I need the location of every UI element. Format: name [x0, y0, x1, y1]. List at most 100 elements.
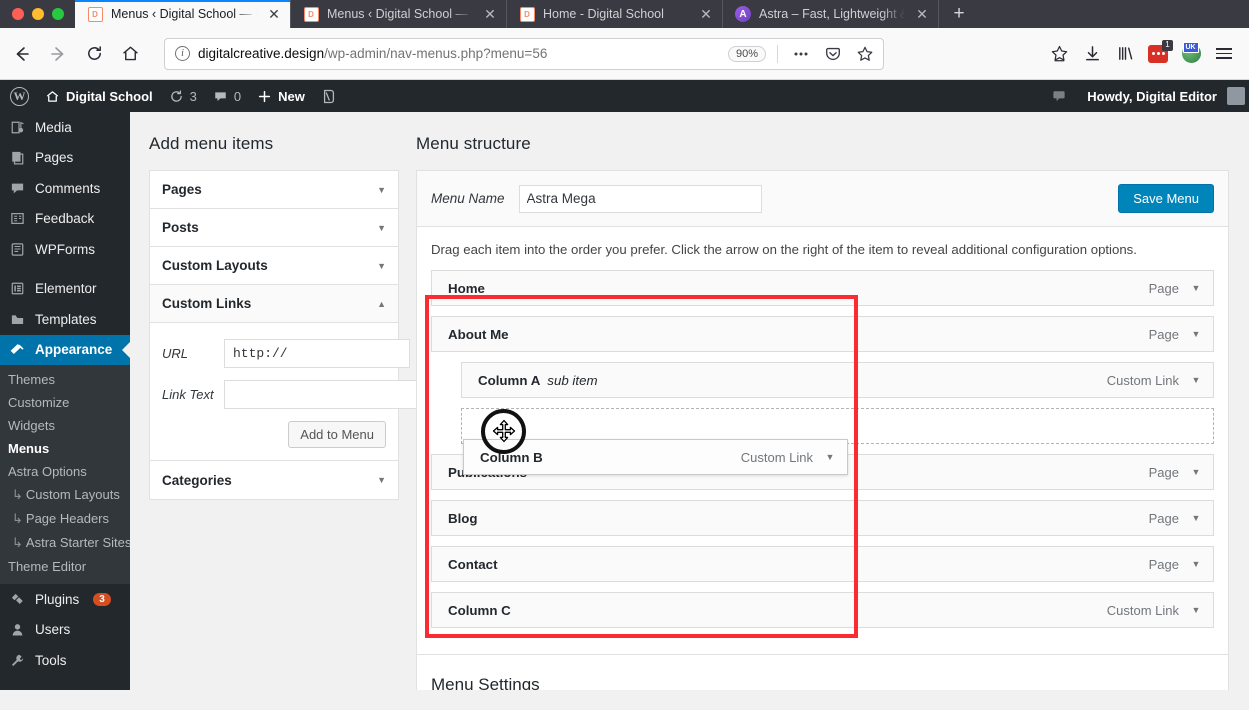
sidebar-item-label: Appearance	[35, 342, 112, 357]
avatar[interactable]	[1227, 87, 1245, 105]
zoom-level-badge[interactable]: 90%	[728, 46, 766, 62]
close-icon[interactable]: ✕	[265, 5, 283, 23]
home-icon[interactable]	[112, 36, 148, 72]
sidebar-item-templates[interactable]: Templates	[0, 304, 130, 335]
menu-item-column-c[interactable]: Column C Custom Link ▼	[431, 592, 1214, 628]
close-window-button[interactable]	[12, 8, 24, 20]
sidebar-item-comments[interactable]: Comments	[0, 173, 130, 204]
forward-icon[interactable]	[40, 36, 76, 72]
menu-item-home[interactable]: Home Page ▼	[431, 270, 1214, 306]
menu-name-input[interactable]	[519, 185, 762, 213]
bookmark-star-icon[interactable]	[853, 42, 877, 66]
accordion-categories[interactable]: Categories ▼	[150, 461, 398, 499]
notifications-icon[interactable]	[1041, 88, 1077, 104]
sidebar-item-feedback[interactable]: Feedback	[0, 204, 130, 235]
link-text-label: Link Text	[162, 387, 224, 402]
reload-icon[interactable]	[76, 36, 112, 72]
sidebar-item-label: Comments	[35, 181, 100, 196]
chevron-down-icon[interactable]: ▼	[1179, 513, 1213, 523]
close-icon[interactable]: ✕	[697, 5, 715, 23]
chevron-down-icon[interactable]: ▼	[1179, 375, 1213, 385]
url-input[interactable]	[224, 339, 410, 368]
submenu-item-astra-starter-sites[interactable]: ↳Astra Starter Sites	[0, 531, 130, 555]
submenu-item-customize[interactable]: Customize	[0, 391, 130, 414]
pocket-icon[interactable]	[821, 42, 845, 66]
sidebar-item-elementor[interactable]: Elementor	[0, 274, 130, 305]
app-menu-icon[interactable]	[1209, 39, 1239, 69]
site-info-icon[interactable]: i	[175, 46, 190, 61]
sidebar-item-wpforms[interactable]: WPForms	[0, 234, 130, 265]
new-content-menu[interactable]: New	[249, 80, 313, 112]
submenu-item-themes[interactable]: Themes	[0, 368, 130, 391]
custom-links-actions: Add to Menu	[162, 421, 386, 448]
sidebar-item-pages[interactable]: Pages	[0, 143, 130, 174]
submenu-item-page-headers[interactable]: ↳Page Headers	[0, 507, 130, 531]
submenu-item-custom-layouts[interactable]: ↳Custom Layouts	[0, 483, 130, 507]
back-icon[interactable]	[4, 36, 40, 72]
minimize-window-button[interactable]	[32, 8, 44, 20]
url-text: digitalcreative.design/wp-admin/nav-menu…	[198, 46, 720, 61]
plugins-icon	[8, 592, 26, 607]
sidebar-item-label: Tools	[35, 653, 67, 668]
add-to-menu-button[interactable]: Add to Menu	[288, 421, 386, 448]
menu-item-type: Custom Link	[1107, 603, 1179, 618]
submenu-item-widgets[interactable]: Widgets	[0, 414, 130, 437]
updates-menu[interactable]: 3	[161, 80, 205, 112]
submenu-item-astra-options[interactable]: Astra Options	[0, 460, 130, 483]
save-to-pocket-icon[interactable]	[1044, 39, 1074, 69]
chevron-down-icon[interactable]: ▼	[1179, 329, 1213, 339]
browser-tab-4[interactable]: A Astra – Fast, Lightweight & Customizab…	[723, 0, 939, 28]
sidebar-item-label: Pages	[35, 150, 73, 165]
chevron-down-icon[interactable]: ▼	[1179, 605, 1213, 615]
extension-uk-vpn-icon[interactable]: UK	[1176, 39, 1206, 69]
menu-structure-panel: Menu structure Menu Name Save Menu Drag …	[416, 134, 1229, 690]
menu-item-column-a[interactable]: Column A sub item Custom Link ▼	[461, 362, 1214, 398]
close-icon[interactable]: ✕	[481, 5, 499, 23]
menu-item-contact[interactable]: Contact Page ▼	[431, 546, 1214, 582]
maximize-window-button[interactable]	[52, 8, 64, 20]
page-actions-icon[interactable]	[789, 42, 813, 66]
accordion-custom-links[interactable]: Custom Links ▲	[150, 285, 398, 323]
arrow-right-icon: ↳	[12, 487, 23, 502]
howdy-greeting[interactable]: Howdy, Digital Editor	[1079, 80, 1219, 112]
extension-badge-count: 1	[1162, 40, 1173, 51]
link-text-field-row: Link Text	[162, 380, 386, 409]
browser-tab-2[interactable]: D Menus ‹ Digital School — WordPress ✕	[291, 0, 507, 28]
url-path: /wp-admin/nav-menus.php?menu=56	[324, 46, 547, 61]
accordion-pages[interactable]: Pages ▼	[150, 171, 398, 209]
sidebar-item-label: Elementor	[35, 281, 97, 296]
address-bar[interactable]: i digitalcreative.design/wp-admin/nav-me…	[164, 38, 884, 70]
menu-item-about-me[interactable]: About Me Page ▼	[431, 316, 1214, 352]
yoast-seo-icon[interactable]	[313, 80, 345, 112]
save-menu-button[interactable]: Save Menu	[1118, 184, 1214, 213]
sidebar-item-media[interactable]: Media	[0, 112, 130, 143]
chevron-down-icon[interactable]: ▼	[1179, 559, 1213, 569]
wordpress-logo-icon[interactable]: W	[2, 80, 37, 112]
comments-menu[interactable]: 0	[205, 80, 249, 112]
tab-title: Menus ‹ Digital School — WordPress	[111, 7, 257, 21]
accordion-posts[interactable]: Posts ▼	[150, 209, 398, 247]
accordion-custom-layouts[interactable]: Custom Layouts ▼	[150, 247, 398, 285]
chevron-down-icon[interactable]: ▼	[813, 452, 847, 462]
chevron-down-icon[interactable]: ▼	[1179, 283, 1213, 293]
sidebar-item-plugins[interactable]: Plugins 3	[0, 584, 130, 615]
submenu-item-menus[interactable]: Menus	[0, 437, 130, 460]
submenu-item-theme-editor[interactable]: Theme Editor	[0, 555, 130, 578]
new-tab-button[interactable]: +	[939, 0, 979, 28]
close-icon[interactable]: ✕	[913, 5, 931, 23]
sidebar-item-tools[interactable]: Tools	[0, 645, 130, 676]
sidebar-item-appearance[interactable]: Appearance	[0, 335, 130, 366]
browser-tab-3[interactable]: D Home - Digital School ✕	[507, 0, 723, 28]
extension-notes-icon[interactable]: 1	[1143, 39, 1173, 69]
sidebar-item-users[interactable]: Users	[0, 615, 130, 646]
navigation-toolbar: i digitalcreative.design/wp-admin/nav-me…	[0, 28, 1249, 80]
accordion-label: Categories	[162, 473, 232, 488]
chevron-down-icon[interactable]: ▼	[1179, 467, 1213, 477]
browser-tab-1[interactable]: D Menus ‹ Digital School — WordPress ✕	[75, 0, 291, 28]
window-traffic-lights	[0, 0, 75, 28]
site-name-menu[interactable]: Digital School	[37, 80, 161, 112]
library-icon[interactable]	[1110, 39, 1140, 69]
link-text-input[interactable]	[224, 380, 418, 409]
downloads-icon[interactable]	[1077, 39, 1107, 69]
menu-item-blog[interactable]: Blog Page ▼	[431, 500, 1214, 536]
